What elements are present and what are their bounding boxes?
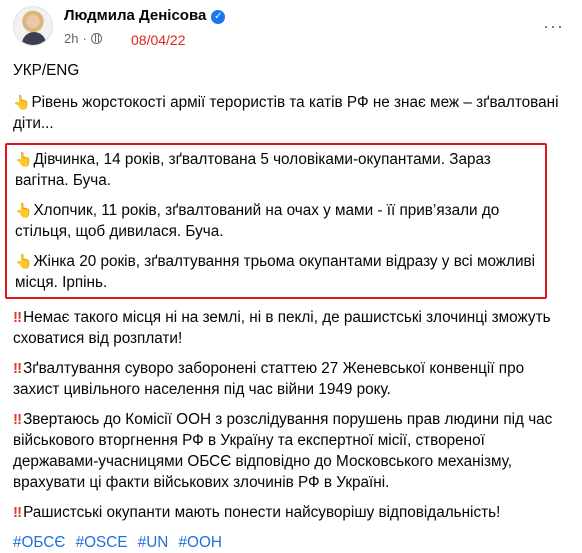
avatar-figure	[22, 32, 46, 45]
paragraph: ‼ Рашистські окупанти мають понести найсу…	[13, 502, 573, 523]
pointing-hand-icon: 👆	[15, 202, 33, 218]
highlighted-item: 👆Дівчинка, 14 років, зґвалтована 5 чолов…	[15, 149, 537, 191]
language-line: УКР/ENG	[13, 62, 80, 79]
highlighted-box: 👆Дівчинка, 14 років, зґвалтована 5 чолов…	[5, 143, 547, 299]
post-meta: 2h ·	[64, 31, 102, 46]
post-header: Людмила Денісова ✓ 2h · 08/04/22 ···	[13, 6, 582, 50]
author-name-row: Людмила Денісова ✓	[64, 7, 226, 24]
post-body: УКР/ENG 👆Рівень жорстокості армії терори…	[5, 60, 573, 553]
verified-badge-icon: ✓	[211, 10, 226, 24]
paragraph: ‼ Звертаюсь до Комісії ООН з розслідуванн…	[13, 409, 573, 493]
post-time[interactable]: 2h	[64, 31, 78, 46]
hashtag-link[interactable]: #OSCE	[76, 534, 128, 551]
highlighted-item: 👆Жінка 20 років, зґвалтування трьома оку…	[15, 251, 537, 293]
pointing-hand-icon: 👆	[13, 94, 31, 110]
double-exclamation-icon: ‼	[13, 360, 22, 377]
double-exclamation-icon: ‼	[13, 411, 22, 428]
paragraph: ‼ Зґвалтування суворо заборонені статтею …	[13, 358, 573, 400]
paragraph-text: Немає такого місця ні на землі, ні в пек…	[13, 309, 551, 347]
highlighted-item-text: Жінка 20 років, зґвалтування трьома окуп…	[15, 253, 536, 291]
hashtag-link[interactable]: #ООН	[179, 534, 222, 551]
hashtags: #ОБСЄ #OSCE #UN #ООН	[13, 532, 573, 553]
meta-separator: ·	[82, 31, 87, 46]
date-annotation: 08/04/22	[131, 32, 186, 48]
intro-paragraph: 👆Рівень жорстокості армії терористів та …	[13, 92, 573, 134]
hashtag-link[interactable]: #UN	[138, 534, 169, 551]
paragraph-text: Звертаюсь до Комісії ООН з розслідування…	[13, 411, 553, 491]
highlighted-item: 👆Хлопчик, 11 років, зґвалтований на очах…	[15, 200, 537, 242]
paragraph-text: Рашистські окупанти мають понести найсув…	[23, 504, 501, 521]
double-exclamation-icon: ‼	[13, 504, 22, 521]
author-avatar[interactable]	[13, 6, 53, 46]
author-name[interactable]: Людмила Денісова	[64, 7, 206, 24]
highlighted-item-text: Дівчинка, 14 років, зґвалтована 5 чолові…	[15, 151, 491, 189]
paragraph: ‼ Немає такого місця ні на землі, ні в пе…	[13, 307, 573, 349]
paragraph-text: Зґвалтування суворо заборонені статтею 2…	[13, 360, 525, 398]
globe-icon	[90, 33, 102, 44]
hashtag-link[interactable]: #ОБСЄ	[13, 534, 65, 551]
highlighted-item-text: Хлопчик, 11 років, зґвалтований на очах …	[15, 202, 500, 240]
pointing-hand-icon: 👆	[15, 151, 33, 167]
pointing-hand-icon: 👆	[15, 253, 33, 269]
double-exclamation-icon: ‼	[13, 309, 22, 326]
intro-text: Рівень жорстокості армії терористів та к…	[13, 94, 559, 132]
ellipsis-icon[interactable]: ···	[543, 16, 564, 37]
